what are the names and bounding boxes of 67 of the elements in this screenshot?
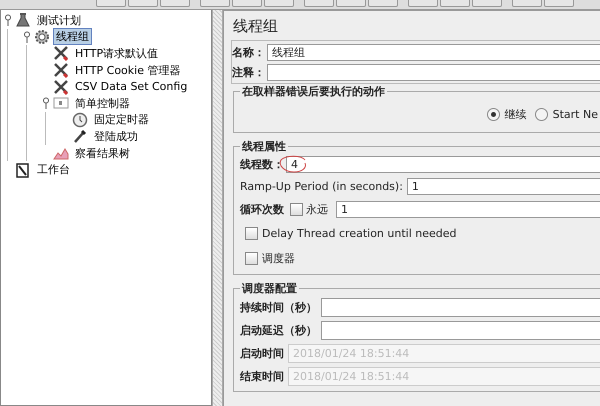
tree-item[interactable]: 登陆成功 xyxy=(91,128,141,145)
field-label: 线程数： xyxy=(240,156,284,172)
tree-item[interactable]: 简单控制器 xyxy=(72,94,133,112)
toolbar-button[interactable] xyxy=(232,0,262,7)
group-title: 线程属性 xyxy=(240,139,287,154)
flask-icon xyxy=(15,12,31,28)
expanded-handle-icon xyxy=(41,97,51,110)
field-label: 循环次数 xyxy=(240,202,284,217)
toolbar-button[interactable] xyxy=(336,0,366,7)
radio-button[interactable] xyxy=(486,108,500,120)
expanded-handle-icon xyxy=(22,30,32,43)
tree-item[interactable]: CSV Data Set Config xyxy=(72,79,190,94)
checkbox[interactable] xyxy=(290,203,303,216)
ramp-up-field[interactable]: 1 xyxy=(406,178,600,195)
checkbox-label: 永远 xyxy=(306,202,328,217)
group-title: 在取样器错误后要执行的动作 xyxy=(241,84,386,99)
toolbar-button[interactable] xyxy=(96,0,126,7)
toolbar-button[interactable] xyxy=(408,0,438,7)
pipette-icon xyxy=(72,128,88,144)
comment-field[interactable] xyxy=(267,64,600,80)
tools-icon xyxy=(53,78,69,95)
checkbox[interactable] xyxy=(245,227,258,240)
checkbox[interactable] xyxy=(245,252,258,265)
name-field[interactable]: 线程组 xyxy=(267,44,600,60)
tree-item[interactable]: 测试计划 xyxy=(34,12,84,29)
clock-icon xyxy=(72,112,88,128)
panel-icon xyxy=(53,95,69,112)
gear-icon xyxy=(34,28,50,45)
toolbar-button[interactable] xyxy=(368,0,398,7)
tree-item[interactable]: HTTP Cookie 管理器 xyxy=(72,62,184,79)
group-title: 调度器配置 xyxy=(240,281,298,296)
field-label: 注释： xyxy=(232,64,265,80)
splitter[interactable] xyxy=(212,10,223,406)
radio-button[interactable] xyxy=(534,108,548,120)
toolbar-button[interactable] xyxy=(544,0,574,7)
tree-item[interactable]: 察看结果树 xyxy=(72,144,133,162)
checkbox-label: Delay Thread creation until needed xyxy=(262,227,457,240)
field-label: 持续时间（秒） xyxy=(240,300,317,315)
tree-item[interactable]: HTTP请求默认值 xyxy=(72,44,162,62)
loop-count-field[interactable]: 1 xyxy=(336,201,600,218)
field-label: Ramp-Up Period (in seconds): xyxy=(240,180,403,193)
input-field[interactable] xyxy=(321,321,600,340)
thread-count-field[interactable]: 4 xyxy=(286,156,600,172)
tools-icon xyxy=(53,62,69,78)
field-label: 名称： xyxy=(232,44,265,60)
notepad-icon xyxy=(15,162,31,178)
expanded-handle-icon xyxy=(3,14,13,26)
input-field[interactable] xyxy=(321,298,600,317)
toolbar-button[interactable] xyxy=(512,0,542,7)
toolbar-button[interactable] xyxy=(128,0,158,7)
toolbar-button[interactable] xyxy=(160,0,190,7)
field-label: 启动时间 xyxy=(240,346,284,361)
radio-label: 继续 xyxy=(504,106,527,122)
tree-item[interactable]: 工作台 xyxy=(34,161,73,178)
field-label: 结束时间 xyxy=(240,369,284,384)
radio-label: Start Ne xyxy=(552,108,598,120)
toolbar-button[interactable] xyxy=(304,0,334,7)
toolbar-button[interactable] xyxy=(440,0,470,7)
toolbar-button[interactable] xyxy=(472,0,502,7)
panel-title: 线程组 xyxy=(233,17,279,36)
toolbar-button[interactable] xyxy=(264,0,294,7)
checkbox-label: 调度器 xyxy=(262,251,295,266)
field-label: 启动延迟（秒） xyxy=(240,323,317,338)
tree-item[interactable]: 线程组 xyxy=(53,28,92,46)
tree-item[interactable]: 固定定时器 xyxy=(91,111,152,128)
toolbar-button[interactable] xyxy=(200,0,230,7)
tools-icon xyxy=(53,45,69,62)
